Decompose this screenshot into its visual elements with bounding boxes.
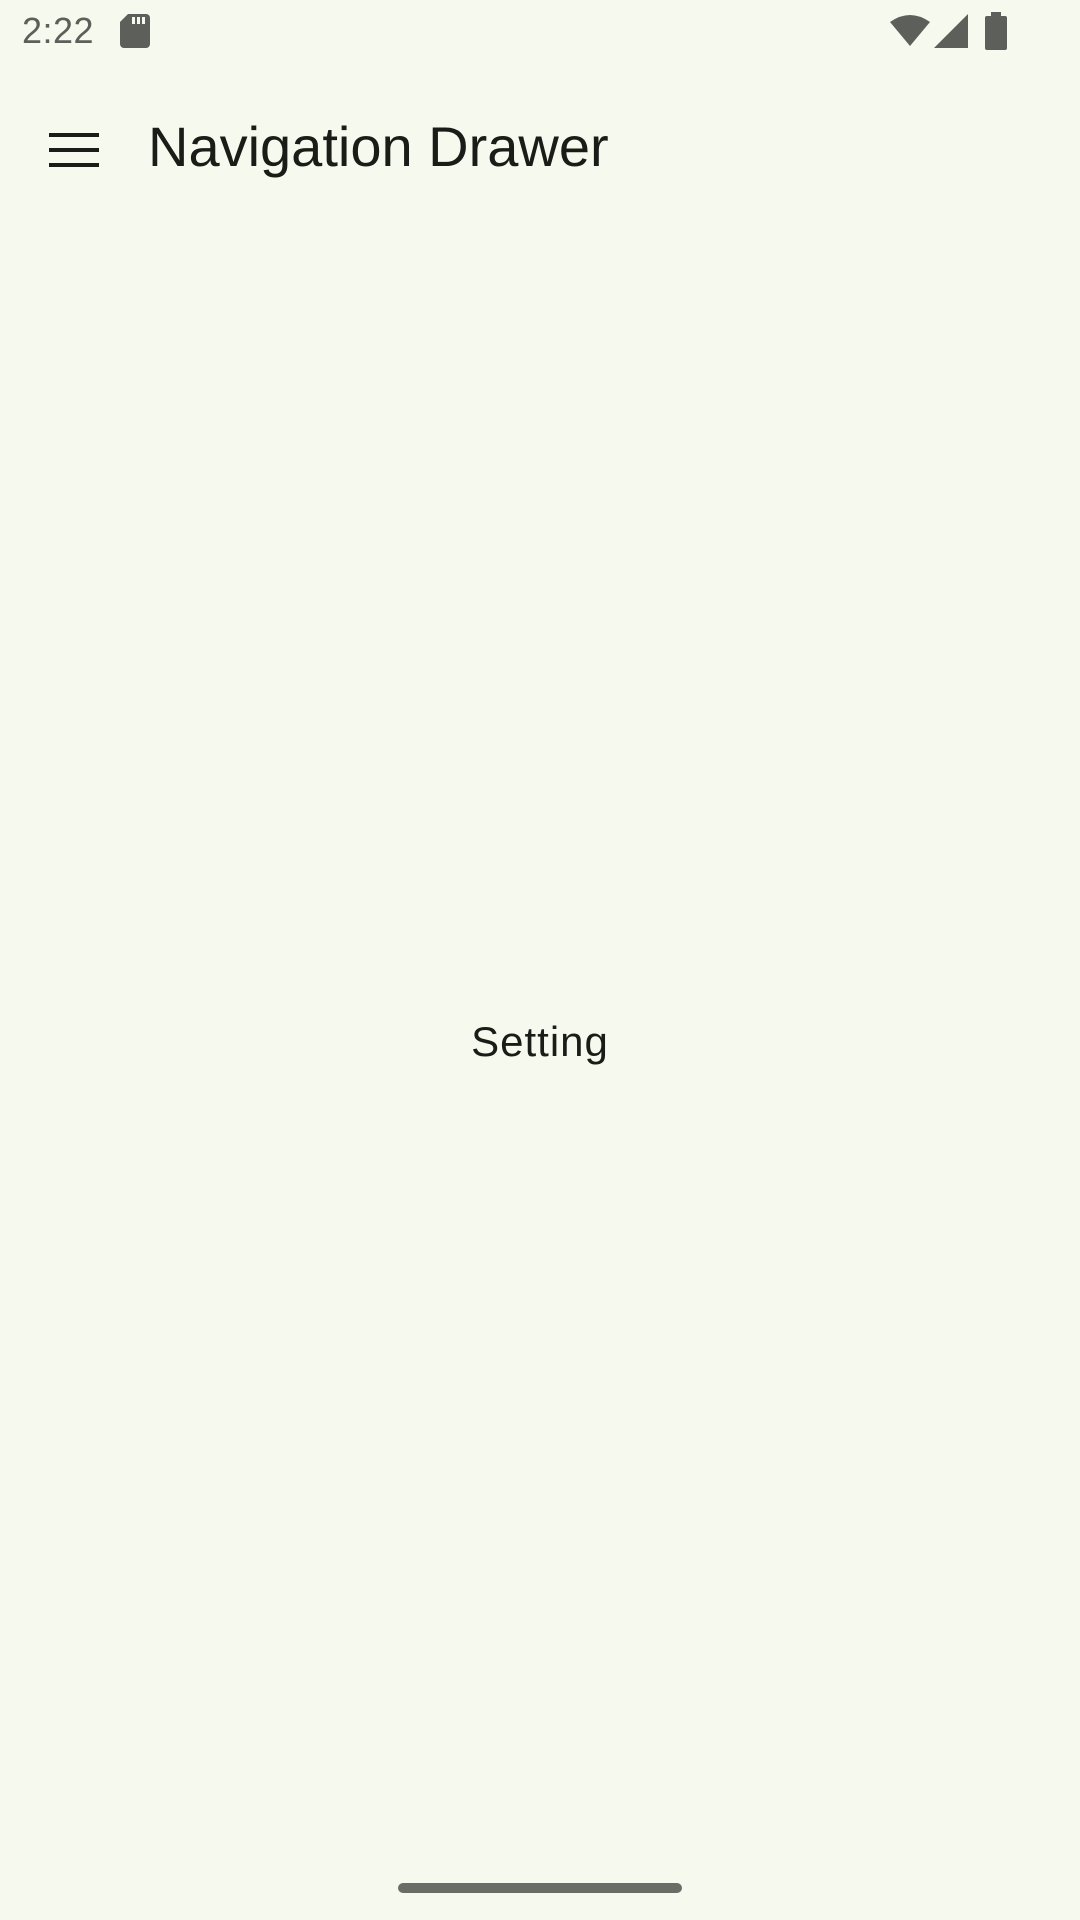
top-app-bar: Navigation Drawer <box>0 82 1080 214</box>
signal-icon <box>934 14 968 48</box>
screen-label: Setting <box>471 1018 609 1065</box>
gesture-navigation-bar[interactable] <box>398 1883 682 1893</box>
sd-card-icon <box>120 14 150 48</box>
app-title: Navigation Drawer <box>148 115 609 178</box>
menu-icon <box>49 133 99 167</box>
status-time: 2:22 <box>22 10 95 51</box>
main-content: Setting <box>0 214 1080 1874</box>
battery-icon <box>985 12 1007 50</box>
status-bar: 2:22 <box>0 0 1080 64</box>
menu-button[interactable] <box>28 104 120 196</box>
wifi-icon <box>890 15 930 46</box>
